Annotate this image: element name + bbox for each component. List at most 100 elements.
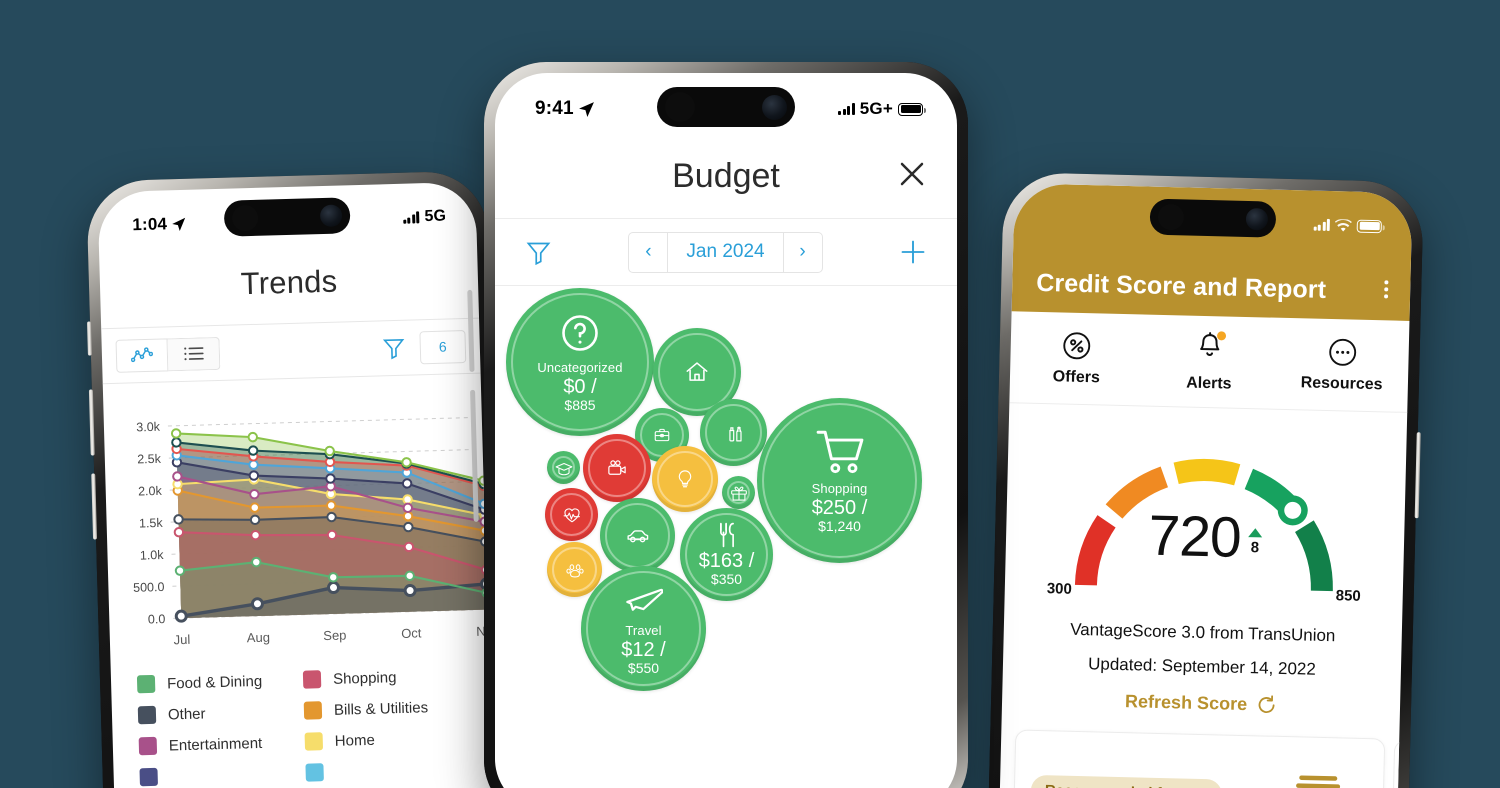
prev-month-button[interactable]: ‹ <box>629 232 669 272</box>
location-arrow-icon <box>172 217 186 231</box>
legend-item[interactable] <box>305 759 465 782</box>
tab-offers[interactable]: Offers <box>1009 311 1144 405</box>
network-label: 5G <box>424 207 447 226</box>
svg-text:Jul: Jul <box>173 632 190 647</box>
legend-label: Entertainment <box>168 734 263 754</box>
budget-bubble-auto[interactable] <box>600 498 675 573</box>
bubble-ring <box>657 451 713 507</box>
phone-left-volume-down-button[interactable] <box>91 473 98 540</box>
percent-circle-icon <box>1063 332 1091 360</box>
recommended-card[interactable]: Recommended for You <box>1012 729 1413 788</box>
face-id-sensor-icon <box>665 92 695 122</box>
svg-text:Oct: Oct <box>401 625 422 641</box>
quick-action-tabs: Offers Alerts Resources <box>1009 311 1410 413</box>
score-updated: Updated: September 14, 2022 <box>1087 654 1317 679</box>
dynamic-island-center <box>657 87 795 127</box>
legend-swatch <box>304 732 324 751</box>
svg-text:0.0: 0.0 <box>148 612 166 626</box>
legend-item[interactable]: Shopping <box>302 666 463 689</box>
svg-text:1.5k: 1.5k <box>139 516 164 531</box>
list-icon[interactable] <box>167 336 221 371</box>
phone-left-screen: 1:04 5G Trends 6 0.0 500.0 1.0k 1.5k 2.0… <box>97 181 498 788</box>
phone-left-mute-button[interactable] <box>86 321 92 356</box>
refresh-score-button[interactable]: Refresh Score <box>1002 688 1400 719</box>
tab-alerts-label: Alerts <box>1186 374 1232 393</box>
bubble-ring <box>511 293 649 431</box>
budget-bubble-health[interactable] <box>545 488 598 541</box>
tab-offers-label: Offers <box>1052 368 1101 387</box>
phone-right-screen: Credit Score and Report Offers Alerts Re… <box>995 183 1413 788</box>
bubble-ring <box>550 493 593 536</box>
budget-bubble-entertainment[interactable] <box>583 434 651 502</box>
phone-center-budget: 9:41 5G+ Budget ‹ Jan 2024 › Uncategoriz… <box>484 62 968 788</box>
score-number: 720 <box>1147 503 1242 570</box>
legend-item[interactable]: Bills & Utilities <box>303 697 464 720</box>
ellipsis-circle-icon <box>1328 338 1356 366</box>
bubble-ring <box>762 403 917 558</box>
score-value: 720 8 <box>1005 499 1404 575</box>
next-month-button[interactable]: › <box>782 232 822 272</box>
legend-item[interactable]: Other <box>137 702 298 725</box>
budget-bubble-education[interactable] <box>547 451 580 484</box>
legend-label: Food & Dining <box>166 672 263 693</box>
bubble-ring <box>586 571 701 686</box>
legend-label: Bills & Utilities <box>333 698 429 719</box>
close-icon[interactable] <box>897 159 927 189</box>
budget-bubble-utilities[interactable] <box>652 446 718 512</box>
page-title: Budget <box>672 157 780 195</box>
recommended-card-next[interactable] <box>1391 739 1413 788</box>
view-mode-segmented-control[interactable] <box>115 336 221 373</box>
tab-alerts[interactable]: Alerts <box>1142 314 1277 408</box>
status-time: 1:04 <box>132 214 168 235</box>
legend-label: Home <box>334 731 376 750</box>
bubble-ring <box>552 547 597 592</box>
funnel-icon[interactable] <box>525 239 552 266</box>
legend-swatch <box>302 670 322 689</box>
bubble-ring <box>727 481 750 504</box>
svg-text:2.5k: 2.5k <box>137 452 162 467</box>
add-budget-button[interactable] <box>899 238 927 266</box>
battery-icon <box>898 102 926 116</box>
current-month-label[interactable]: Jan 2024 <box>668 233 782 272</box>
legend-item[interactable] <box>139 764 299 787</box>
funnel-icon[interactable] <box>382 336 407 361</box>
face-id-sensor-icon <box>231 204 259 232</box>
svg-text:2.0k: 2.0k <box>138 484 163 499</box>
page-title: Credit Score and Report <box>1035 268 1327 304</box>
budget-bubble-travel[interactable]: Travel $12 /$550 <box>581 566 706 691</box>
svg-text:500.0: 500.0 <box>133 580 165 595</box>
budget-bubble-personal-care[interactable] <box>700 399 767 466</box>
legend-item[interactable]: Entertainment <box>138 733 299 756</box>
credit-score-gauge: 300 850 720 8 <box>1004 403 1407 618</box>
cellular-icon <box>403 211 420 224</box>
budget-bubble-shopping[interactable]: Shopping $250 /$1,240 <box>757 398 922 563</box>
budget-bubble-dining[interactable]: $163 /$350 <box>680 508 773 601</box>
svg-text:1.0k: 1.0k <box>140 548 165 563</box>
budget-bubble-uncategorized[interactable]: Uncategorized $0 /$885 <box>506 288 654 436</box>
phone-right-power-button[interactable] <box>1414 432 1421 519</box>
status-badge: Recommended for You <box>1030 774 1223 788</box>
front-camera-icon <box>762 94 787 120</box>
delta-value: 8 <box>1250 539 1259 557</box>
gauge-min-label: 300 <box>1046 580 1073 598</box>
refresh-icon <box>1258 695 1275 713</box>
score-source: VantageScore 3.0 from TransUnion <box>1070 619 1336 646</box>
budget-bubble-gifts[interactable] <box>722 476 755 509</box>
gauge-max-label: 850 <box>1335 587 1361 605</box>
legend-item[interactable]: Food & Dining <box>136 671 297 694</box>
refresh-score-label: Refresh Score <box>1124 691 1248 715</box>
date-range-button[interactable]: 6 <box>419 329 467 364</box>
budget-bubble-chart: Uncategorized $0 /$885 Shopping $250 /$1,24… <box>495 286 957 756</box>
legend-swatch <box>138 736 158 756</box>
bubble-ring <box>552 456 575 479</box>
line-chart-icon[interactable] <box>115 337 169 373</box>
network-label: 5G+ <box>859 99 893 118</box>
phone-left-trends: 1:04 5G Trends 6 0.0 500.0 1.0k 1.5k 2.0… <box>86 170 509 788</box>
trends-toolbar: 6 <box>101 317 481 385</box>
legend-item[interactable]: Home <box>304 728 465 751</box>
phone-left-volume-up-button[interactable] <box>88 389 95 456</box>
kebab-menu-icon[interactable] <box>1384 280 1389 299</box>
score-delta: 8 <box>1247 528 1262 556</box>
tab-resources[interactable]: Resources <box>1275 318 1410 412</box>
legend-swatch <box>137 705 157 725</box>
